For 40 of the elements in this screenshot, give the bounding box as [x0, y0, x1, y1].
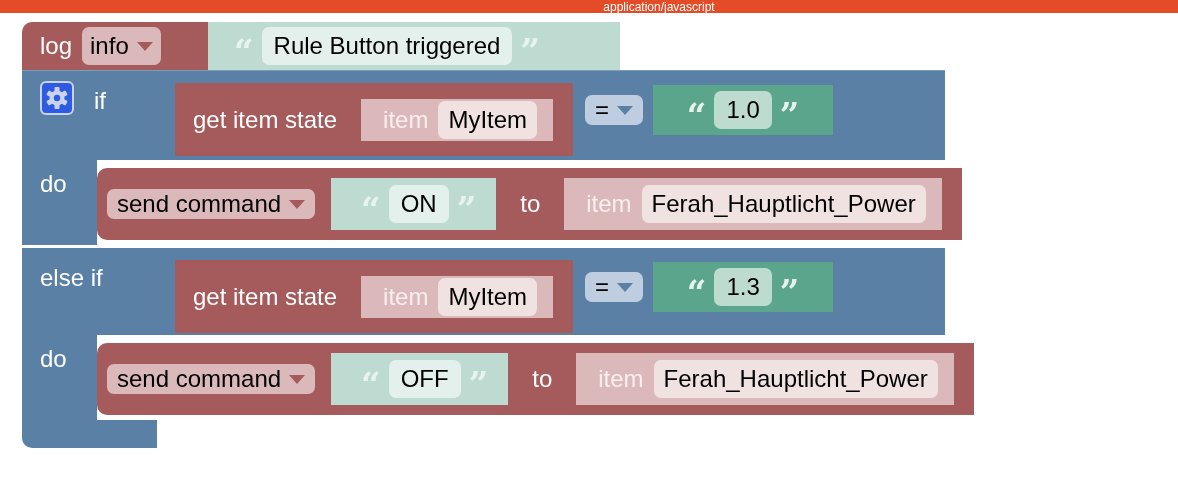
block-label: get item state	[193, 281, 338, 312]
operator-dropdown[interactable]: =	[585, 95, 644, 125]
block-label: do	[40, 170, 67, 197]
block-label: to	[532, 364, 553, 394]
caret-icon	[617, 282, 634, 292]
quote-mark: ”	[456, 188, 477, 226]
caret-icon	[289, 199, 306, 209]
block-label: get item state	[193, 104, 338, 135]
quote-mark: ”	[779, 271, 800, 309]
content-type-label: application/javascript	[603, 1, 715, 13]
command-dropdown[interactable]: send command	[107, 189, 316, 219]
command-dropdown[interactable]: send command	[107, 364, 316, 394]
string-field[interactable]: ON	[388, 185, 449, 223]
item-name-field[interactable]: MyItem	[438, 100, 538, 139]
item-name-field[interactable]: Ferah_Hauptlicht_Power	[653, 360, 938, 398]
quote-mark: “	[686, 271, 707, 309]
quote-mark: ”	[520, 30, 540, 68]
item-name-field[interactable]: Ferah_Hauptlicht_Power	[641, 185, 926, 223]
block-label: do	[40, 345, 67, 372]
caret-icon	[617, 105, 634, 115]
level-dropdown[interactable]: info	[82, 27, 161, 65]
quote-mark: “	[686, 94, 707, 132]
caret-icon	[289, 374, 306, 384]
quote-mark: “	[361, 363, 381, 401]
block-label: log	[40, 31, 73, 61]
item-name-field[interactable]: MyItem	[438, 277, 538, 316]
quote-mark: ”	[779, 94, 800, 132]
quote-mark: “	[361, 188, 381, 226]
block-label: if	[94, 86, 106, 116]
settings-icon[interactable]	[40, 81, 74, 115]
block-label: to	[520, 189, 541, 219]
string-field[interactable]: 1.3	[714, 268, 772, 306]
quote-mark: ”	[468, 363, 489, 401]
operator-dropdown[interactable]: =	[585, 272, 644, 302]
quote-mark: “	[234, 30, 254, 68]
string-field[interactable]: Rule Button triggered	[261, 27, 513, 65]
string-field[interactable]: 1.0	[714, 91, 772, 129]
string-field[interactable]: OFF	[388, 360, 461, 398]
block-label: else if	[40, 263, 103, 293]
caret-icon	[136, 41, 153, 51]
